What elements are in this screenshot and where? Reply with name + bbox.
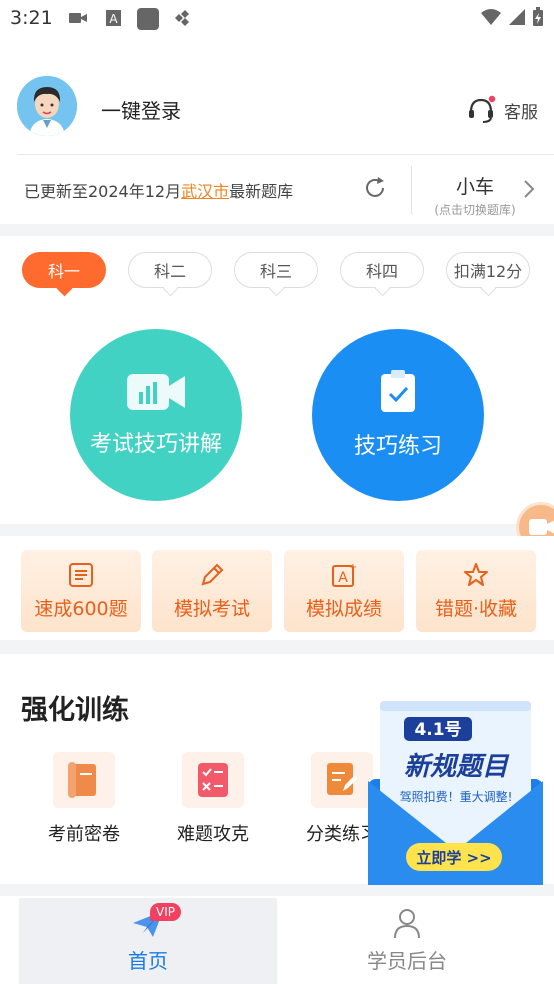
tab-subject-4[interactable]: 科四 [340,252,424,288]
training-secret-papers-label: 考前密卷 [48,824,120,845]
customer-service-button[interactable]: 客服 [466,95,538,125]
star-icon [464,562,488,586]
grade-icon: A+ [332,562,357,587]
avatar-illustration [17,76,77,136]
nav-student-backend[interactable]: 学员后台 [278,898,536,984]
promo-badge: 4.1号 [414,720,461,740]
training-hard-questions-label: 难题攻克 [177,824,249,845]
city-link[interactable]: 武汉市 [181,182,229,201]
video-camera-icon [127,374,185,410]
chevron-right-icon[interactable] [522,178,536,200]
svg-text:A: A [109,12,118,26]
nav-home-label: 首页 [128,949,168,973]
new-rules-promo-banner[interactable]: 4.1号 新规题目 驾照扣费！重大调整! 立即学 >> [368,701,543,885]
signal-icon [509,9,525,25]
video-icon [69,13,87,23]
refresh-icon[interactable] [362,175,388,201]
promo-title: 新规题目 [404,752,510,782]
training-secret-papers[interactable]: 考前密卷 [34,752,134,846]
svg-text:+: + [349,562,357,573]
quick-mock-exam-label: 模拟考试 [173,597,250,620]
user-icon [394,909,420,939]
tab-deduct-12[interactable]: 扣满12分 [446,252,530,288]
question-bank-status: 已更新至2024年12月武汉市最新题库 [24,178,293,202]
bank-prefix: 已更新至2024年12月 [24,182,182,201]
training-hard-questions[interactable]: 难题攻克 [163,752,263,846]
quick-600-label: 速成600题 [34,597,128,620]
subject-tabs: 科一 科二 科三 科四 扣满12分 [22,252,530,288]
training-title: 强化训练 [21,695,129,726]
service-label: 客服 [504,102,538,123]
quick-mock-exam[interactable]: 模拟考试 [152,550,272,632]
clipboard-check-icon [381,370,415,412]
pencil-icon [201,563,224,585]
header-divider [17,154,554,155]
quick-wrong-favorites[interactable]: 错题·收藏 [416,550,536,632]
quick-mock-scores-label: 模拟成绩 [305,597,382,620]
status-bar: 3:21 A [0,0,554,38]
tips-practice-button[interactable]: 技巧练习 [312,329,484,501]
tips-practice-label: 技巧练习 [353,434,442,459]
exam-tips-video-label: 考试技巧讲解 [89,432,222,457]
checklist-icon [198,763,228,797]
vehicle-label: 小车 [455,176,494,198]
nav-home[interactable]: 首页 [19,898,277,984]
quick-600-questions[interactable]: 速成600题 [21,550,141,632]
square-icon [137,8,159,30]
promo-learn-button[interactable]: 立即学 >> [416,849,491,867]
list-icon [69,562,93,587]
tab-subject-1[interactable]: 科一 [22,252,106,288]
wifi-icon [481,9,501,25]
a-icon: A [106,10,121,26]
quick-wrong-favorites-label: 错题·收藏 [434,597,518,620]
avatar[interactable] [17,76,77,136]
edit-sheet-icon [327,763,358,795]
promo-subtitle: 驾照扣费！重大调整! [400,789,513,804]
diamond-icon [175,10,189,26]
status-time: 3:21 [10,7,53,29]
scroll-icon [68,762,96,798]
bank-suffix: 最新题库 [229,182,294,201]
tab-subject-3[interactable]: 科三 [234,252,318,288]
exam-tips-video-button[interactable]: 考试技巧讲解 [70,329,242,501]
quick-mock-scores[interactable]: A + 模拟成绩 [284,550,404,632]
battery-icon [533,7,543,26]
headset-icon [469,95,496,123]
svg-text:A: A [338,570,348,586]
nav-student-label: 学员后台 [367,949,447,973]
vehicle-hint: (点击切换题库) [434,203,516,217]
vip-badge: VIP [150,903,181,921]
vertical-divider [411,166,412,214]
vehicle-switcher[interactable]: 小车 (点击切换题库) [429,172,521,218]
tab-subject-2[interactable]: 科二 [128,252,212,288]
one-click-login[interactable]: 一键登录 [101,95,181,124]
